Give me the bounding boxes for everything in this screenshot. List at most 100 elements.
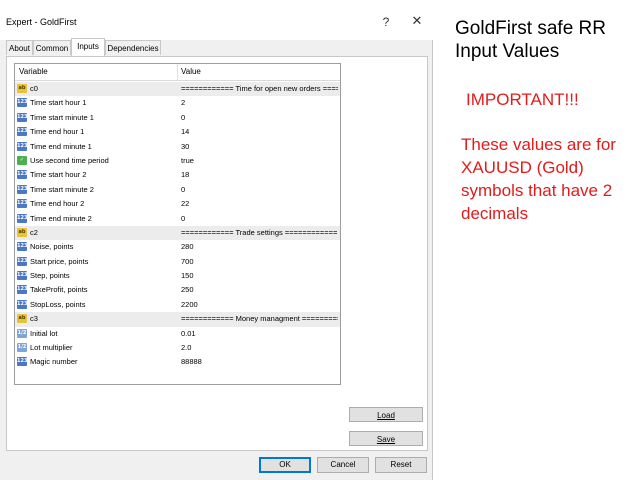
parameter-name: c2	[30, 227, 38, 237]
expert-dialog: Expert - GoldFirst ? ✕ About Common Inpu…	[0, 0, 433, 480]
parameter-row[interactable]: 123 Time start hour 1 2	[15, 96, 340, 110]
parameter-value[interactable]: 18	[181, 170, 338, 179]
string-type-icon: ab	[17, 227, 27, 237]
parameter-row[interactable]: 123 Time end minute 2 0	[15, 212, 340, 226]
parameter-row[interactable]: 123 StopLoss, points 2200	[15, 298, 340, 312]
parameter-name: Lot multiplier	[30, 343, 73, 353]
integer-type-icon: 123	[17, 141, 28, 151]
tab-common[interactable]: Common	[33, 40, 71, 55]
important-label: IMPORTANT!!!	[466, 90, 579, 109]
parameter-value[interactable]: 2200	[181, 300, 338, 309]
parameter-name: Time end minute 2	[30, 213, 92, 223]
parameter-value[interactable]: ============ Time for open new orders ==…	[181, 84, 338, 93]
parameter-row[interactable]: ✓ Use second time period true	[15, 154, 340, 168]
tab-dependencies[interactable]: Dependencies	[105, 40, 161, 55]
parameter-value[interactable]: ============ Money managment ===========…	[181, 314, 338, 323]
parameter-value[interactable]: 22	[181, 199, 338, 208]
load-button[interactable]: Load	[349, 407, 423, 422]
parameter-row[interactable]: 123 Time end minute 1 30	[15, 140, 340, 154]
column-divider[interactable]	[177, 64, 178, 80]
parameter-value[interactable]: 150	[181, 271, 338, 280]
group-row[interactable]: ab c0 ============ Time for open new order…	[15, 82, 340, 97]
window-title: Expert - GoldFirst	[6, 17, 77, 27]
integer-type-icon: 123	[17, 199, 28, 209]
parameter-name: Initial lot	[30, 328, 58, 338]
integer-type-icon: 123	[17, 256, 28, 266]
integer-type-icon: 123	[17, 285, 28, 295]
inputs-grid: Variable Value ab c0 ============ Time for…	[14, 63, 341, 385]
parameter-name: Time end minute 1	[30, 141, 92, 151]
parameter-value[interactable]: 0	[181, 113, 338, 122]
close-button[interactable]: ✕	[408, 12, 426, 30]
reset-button[interactable]: Reset	[375, 457, 427, 473]
parameter-row[interactable]: 123 Noise, points 280	[15, 240, 340, 254]
parameter-value[interactable]: 250	[181, 285, 338, 294]
parameter-name: StopLoss, points	[30, 299, 86, 309]
parameter-row[interactable]: 123 Time start minute 1 0	[15, 111, 340, 125]
save-button[interactable]: Save	[349, 431, 423, 446]
double-type-icon: 1/2	[17, 343, 27, 353]
double-type-icon: 1/2	[17, 328, 27, 338]
parameter-row[interactable]: 123 Time start hour 2 18	[15, 168, 340, 182]
parameter-value[interactable]: 30	[181, 142, 338, 151]
title-bar: Expert - GoldFirst ? ✕	[0, 0, 433, 40]
gold-note: These values are for XAUUSD (Gold) symbo…	[461, 135, 616, 223]
parameter-value[interactable]: 700	[181, 257, 338, 266]
string-type-icon: ab	[17, 84, 27, 93]
parameter-value[interactable]: 0.01	[181, 329, 338, 338]
integer-type-icon: 123	[17, 271, 28, 281]
parameter-value[interactable]: 0	[181, 185, 338, 194]
inputs-panel: Variable Value ab c0 ============ Time for…	[6, 56, 428, 451]
parameter-value[interactable]: 2	[181, 98, 338, 107]
parameter-value[interactable]: 88888	[181, 357, 338, 366]
load-button-label: Load	[377, 411, 395, 420]
integer-type-icon: 123	[17, 170, 28, 180]
parameter-name: Time end hour 2	[30, 199, 85, 209]
parameter-row[interactable]: 1/2 Initial lot 0.01	[15, 327, 340, 341]
parameter-row[interactable]: 123 Time start minute 2 0	[15, 183, 340, 197]
parameter-value[interactable]: ============ Trade settings ============	[181, 228, 338, 237]
boolean-type-icon: ✓	[17, 155, 27, 165]
parameter-name: Time start hour 2	[30, 170, 87, 180]
parameter-value[interactable]: true	[181, 156, 338, 165]
parameter-value[interactable]: 14	[181, 127, 338, 136]
grid-rows: ab c0 ============ Time for open new order…	[15, 82, 340, 370]
parameter-name: c3	[30, 314, 38, 324]
help-button[interactable]: ?	[377, 13, 395, 31]
integer-type-icon: 123	[17, 242, 28, 252]
side-title: GoldFirst safe RR Input Values	[455, 18, 606, 62]
parameter-name: Use second time period	[30, 155, 109, 165]
grid-header: Variable Value	[15, 64, 340, 81]
integer-type-icon: 123	[17, 127, 28, 137]
group-row[interactable]: ab c3 ============ Money managment =======…	[15, 312, 340, 327]
save-button-label: Save	[376, 435, 396, 444]
parameter-value[interactable]: 0	[181, 214, 338, 223]
tab-about[interactable]: About	[6, 40, 33, 55]
parameter-row[interactable]: 123 Magic number 88888	[15, 355, 340, 369]
parameter-row[interactable]: 123 Time end hour 1 14	[15, 125, 340, 139]
group-row[interactable]: ab c2 ============ Trade settings ========…	[15, 225, 340, 241]
parameter-row[interactable]: 123 Step, points 150	[15, 269, 340, 283]
parameter-row[interactable]: 123 TakeProfit, points 250	[15, 283, 340, 297]
parameter-row[interactable]: 123 Time end hour 2 22	[15, 197, 340, 211]
parameter-name: Time start hour 1	[30, 98, 87, 108]
parameter-row[interactable]: 1/2 Lot multiplier 2.0	[15, 341, 340, 355]
string-type-icon: ab	[17, 314, 27, 324]
ok-button[interactable]: OK	[259, 457, 311, 473]
integer-type-icon: 123	[17, 299, 28, 309]
column-header-variable[interactable]: Variable	[19, 67, 48, 76]
integer-type-icon: 123	[17, 184, 28, 194]
cancel-button[interactable]: Cancel	[317, 457, 369, 473]
integer-type-icon: 123	[17, 98, 28, 108]
parameter-value[interactable]: 2.0	[181, 343, 338, 352]
parameter-name: c0	[30, 84, 38, 93]
parameter-name: TakeProfit, points	[30, 285, 88, 295]
parameter-name: Step, points	[30, 271, 70, 281]
parameter-name: Magic number	[30, 357, 78, 367]
parameter-name: Time start minute 2	[30, 184, 94, 194]
parameter-row[interactable]: 123 Start price, points 700	[15, 255, 340, 269]
tab-inputs[interactable]: Inputs	[71, 38, 105, 56]
parameter-name: Time end hour 1	[30, 127, 85, 137]
column-header-value[interactable]: Value	[181, 67, 201, 76]
parameter-value[interactable]: 280	[181, 242, 338, 251]
